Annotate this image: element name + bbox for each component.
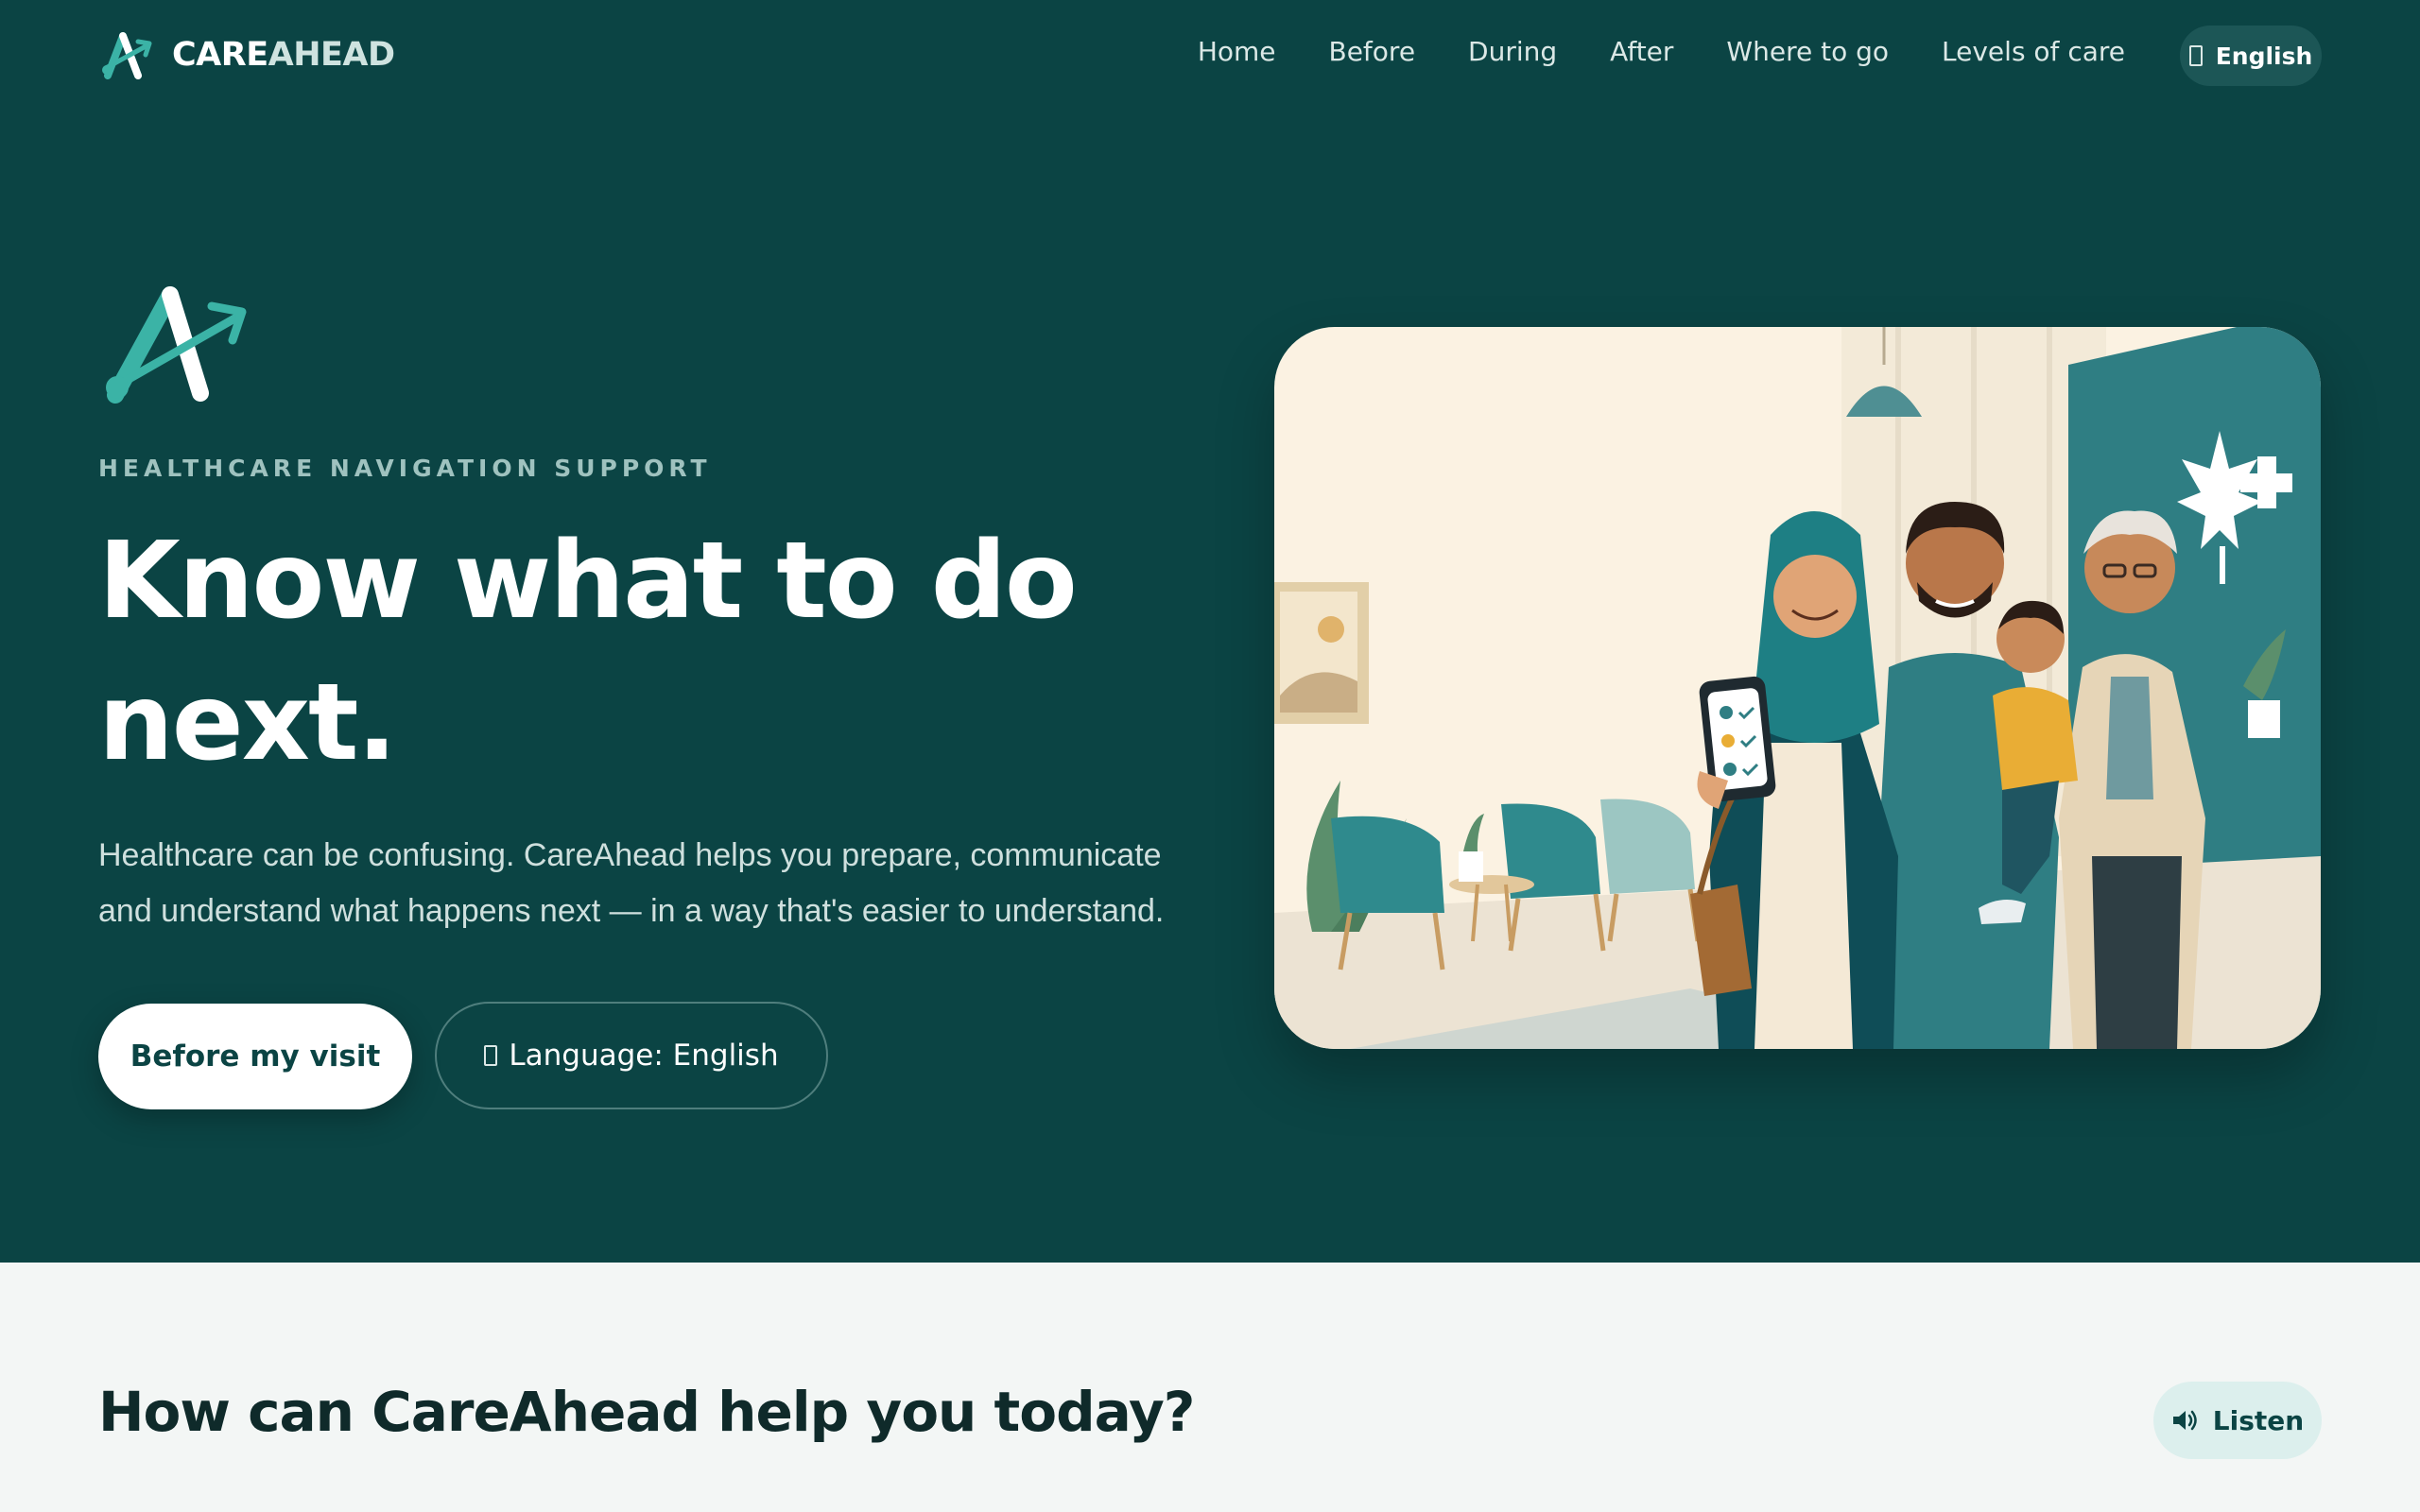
hero-illustration bbox=[1274, 327, 2321, 1049]
before-my-visit-button[interactable]: Before my visit bbox=[98, 1004, 412, 1109]
careahead-logo-icon bbox=[106, 286, 247, 404]
listen-button[interactable]: Listen bbox=[2153, 1382, 2322, 1459]
globe-icon bbox=[2188, 45, 2203, 66]
language-button-label: Language: English bbox=[509, 1039, 779, 1073]
nav-during[interactable]: During bbox=[1468, 36, 1557, 67]
section-title: How can CareAhead help you today? bbox=[98, 1380, 1195, 1444]
brand-logo[interactable]: CAREAHEAD bbox=[98, 28, 395, 81]
globe-icon bbox=[484, 1045, 498, 1066]
hero-subtext: Healthcare can be confusing. CareAhead h… bbox=[98, 837, 1165, 929]
careahead-logo-icon bbox=[102, 32, 152, 79]
listen-button-label: Listen bbox=[2212, 1404, 2305, 1436]
speaker-icon bbox=[2172, 1410, 2197, 1431]
language-switcher-label: English bbox=[2215, 42, 2313, 70]
nav-levels-of-care[interactable]: Levels of care bbox=[1942, 36, 2125, 67]
language-button[interactable]: Language: English bbox=[435, 1002, 828, 1109]
nav-home[interactable]: Home bbox=[1198, 36, 1276, 67]
nav-before[interactable]: Before bbox=[1329, 36, 1416, 67]
language-switcher[interactable]: English bbox=[2180, 26, 2322, 86]
family-waiting-room-illustration bbox=[1274, 327, 2321, 1049]
hero-eyebrow: HEALTHCARE NAVIGATION SUPPORT bbox=[98, 455, 712, 482]
main-nav: Home Before During After Where to go Lev… bbox=[1198, 36, 2125, 67]
nav-after[interactable]: After bbox=[1610, 36, 1673, 67]
hero-section: CAREAHEAD Home Before During After Where… bbox=[0, 0, 2420, 1263]
brand-name: CAREAHEAD bbox=[172, 36, 395, 74]
nav-where-to-go[interactable]: Where to go bbox=[1726, 36, 1889, 67]
hero-headline: Know what to do next. bbox=[98, 520, 1078, 784]
